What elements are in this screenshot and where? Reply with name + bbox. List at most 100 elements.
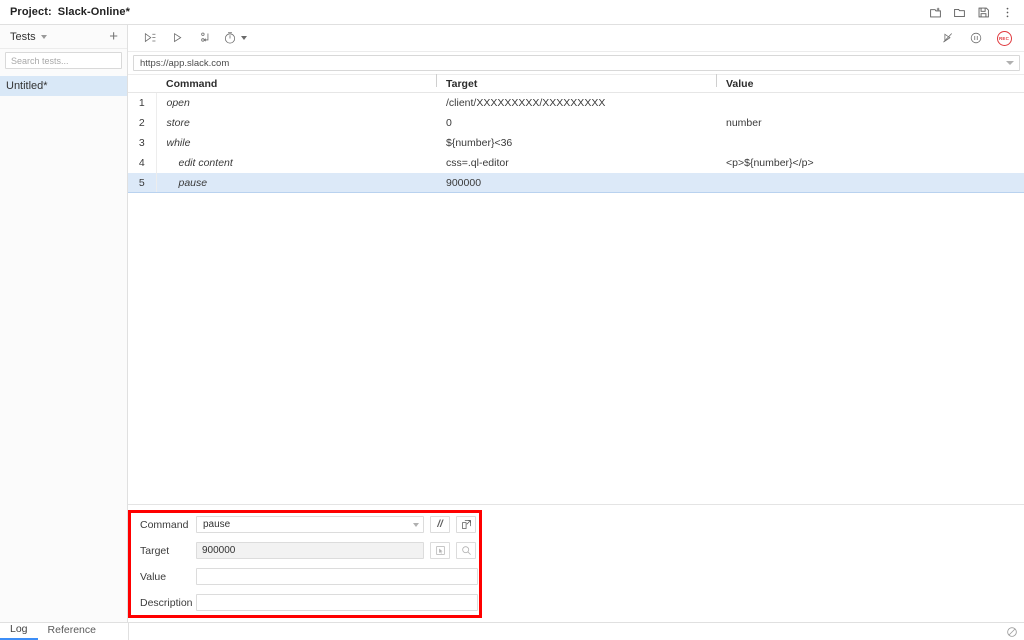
more-options-icon[interactable] <box>996 1 1018 23</box>
row-value[interactable] <box>716 133 1024 153</box>
clear-log-icon[interactable] <box>1000 623 1024 640</box>
column-header-value-label: Value <box>716 73 1024 90</box>
column-header-command[interactable]: Command <box>156 74 436 93</box>
tab-reference[interactable]: Reference <box>38 623 106 640</box>
target-field-row: Target <box>136 539 1024 562</box>
row-value[interactable]: <p>${number}</p> <box>716 153 1024 173</box>
search-input[interactable] <box>11 55 128 66</box>
new-project-icon[interactable] <box>924 1 946 23</box>
run-all-tests-icon[interactable] <box>136 27 164 49</box>
project-name: Slack-Online* <box>57 6 130 18</box>
row-target[interactable]: ${number}<36 <box>436 133 716 153</box>
command-table-body: 1 open /client/XXXXXXXXX/XXXXXXXXX 2 sto… <box>128 92 1024 193</box>
command-select-value: pause <box>203 519 231 530</box>
editor-pane: REC Command <box>128 25 1024 622</box>
column-header-value[interactable]: Value <box>716 73 1024 93</box>
column-header-index <box>128 74 156 93</box>
find-target-button[interactable] <box>456 542 476 559</box>
row-target[interactable]: 0 <box>436 113 716 133</box>
table-row[interactable]: 2 store 0 number <box>128 112 1024 133</box>
value-field-control <box>196 568 478 585</box>
row-target[interactable]: css=.ql-editor <box>436 153 716 173</box>
speed-control-group[interactable] <box>220 27 247 49</box>
urlbar-container <box>128 52 1024 74</box>
playback-toolbar: REC <box>128 25 1024 52</box>
target-input[interactable] <box>196 542 424 559</box>
disable-breakpoints-icon[interactable] <box>934 27 962 49</box>
record-button[interactable]: REC <box>990 27 1018 49</box>
row-value[interactable] <box>716 172 1024 193</box>
row-target[interactable]: /client/XXXXXXXXX/XXXXXXXXX <box>436 93 716 113</box>
command-field-label: Command <box>140 518 189 531</box>
table-row[interactable]: 4 edit content css=.ql-editor <p>${numbe… <box>128 152 1024 173</box>
row-command[interactable]: open <box>156 93 436 113</box>
description-field-row: Description <box>136 591 1024 614</box>
titlebar-actions <box>924 1 1018 23</box>
record-button-label: REC <box>998 35 1010 41</box>
row-index: 5 <box>128 172 157 193</box>
open-command-docs-button[interactable] <box>456 516 476 533</box>
save-project-icon[interactable] <box>972 1 994 23</box>
project-label: Project: <box>10 6 52 18</box>
sidebar: Tests + Untitled* <box>0 25 138 622</box>
command-editor-panel: Command pause // Target 900000 Value Des… <box>128 504 1024 622</box>
open-project-icon[interactable] <box>948 1 970 23</box>
search-box[interactable] <box>5 52 138 69</box>
status-bar: Log Reference <box>0 622 1024 640</box>
row-index: 2 <box>128 112 157 133</box>
app-body: Tests + Untitled* <box>0 25 1024 622</box>
row-value[interactable] <box>716 93 1024 113</box>
run-current-test-icon[interactable] <box>164 27 192 49</box>
step-into-icon[interactable] <box>192 27 220 49</box>
target-field-control <box>196 542 476 559</box>
sidebar-section-title: Tests <box>10 30 36 43</box>
row-command[interactable]: store <box>156 113 436 133</box>
sidebar-item-untitled[interactable]: Untitled* <box>0 76 127 96</box>
row-command[interactable]: edit content <box>156 153 436 173</box>
row-index: 3 <box>128 132 157 153</box>
table-row-selected[interactable]: 5 pause 900000 <box>128 172 1024 193</box>
row-target[interactable]: 900000 <box>436 172 716 193</box>
speed-chevron-down-icon[interactable] <box>241 36 247 40</box>
command-table-header: Command Target Value <box>128 73 1024 93</box>
table-row[interactable]: 1 open /client/XXXXXXXXX/XXXXXXXXX <box>128 92 1024 113</box>
description-input[interactable] <box>196 594 478 611</box>
chevron-down-icon[interactable] <box>413 522 419 527</box>
value-field-row: Value <box>136 565 1024 588</box>
value-input[interactable] <box>196 568 478 585</box>
table-row[interactable]: 3 while ${number}<36 <box>128 132 1024 153</box>
chevron-down-icon[interactable] <box>1006 61 1014 65</box>
column-header-target[interactable]: Target <box>436 73 716 93</box>
column-header-target-label: Target <box>436 73 716 90</box>
command-table: Command Target Value 1 open /client/XXXX… <box>128 73 1024 193</box>
table-header-row: Command Target Value <box>128 73 1024 93</box>
base-url-bar[interactable] <box>133 55 1020 71</box>
row-value[interactable]: number <box>716 113 1024 133</box>
command-field-control: pause // <box>196 516 476 533</box>
chevron-down-icon[interactable] <box>40 34 47 39</box>
title-bar: Project: Slack-Online* <box>0 0 1024 25</box>
tab-log[interactable]: Log <box>0 623 38 640</box>
speed-control-icon[interactable] <box>220 27 240 49</box>
command-select[interactable]: pause <box>196 516 424 533</box>
table-empty-area[interactable] <box>128 193 1024 504</box>
description-field-control <box>196 594 478 611</box>
command-field-row: Command pause // <box>136 513 1024 536</box>
row-command[interactable]: while <box>156 133 436 153</box>
record-button-inner: REC <box>996 30 1012 46</box>
sidebar-header: Tests + <box>0 25 127 49</box>
toggle-comment-button[interactable]: // <box>430 516 450 533</box>
status-divider <box>128 623 129 640</box>
add-test-button[interactable]: + <box>106 29 121 44</box>
tab-log-label: Log <box>10 623 28 635</box>
target-field-label: Target <box>140 544 170 557</box>
row-index: 1 <box>128 92 157 113</box>
select-target-button[interactable] <box>430 542 450 559</box>
row-command[interactable]: pause <box>156 172 436 193</box>
description-field-label: Description <box>140 596 193 609</box>
value-field-label: Value <box>140 570 167 583</box>
search-container <box>0 49 138 73</box>
base-url-input[interactable] <box>140 57 1006 69</box>
pause-icon[interactable] <box>962 27 990 49</box>
column-header-command-label: Command <box>166 77 218 90</box>
